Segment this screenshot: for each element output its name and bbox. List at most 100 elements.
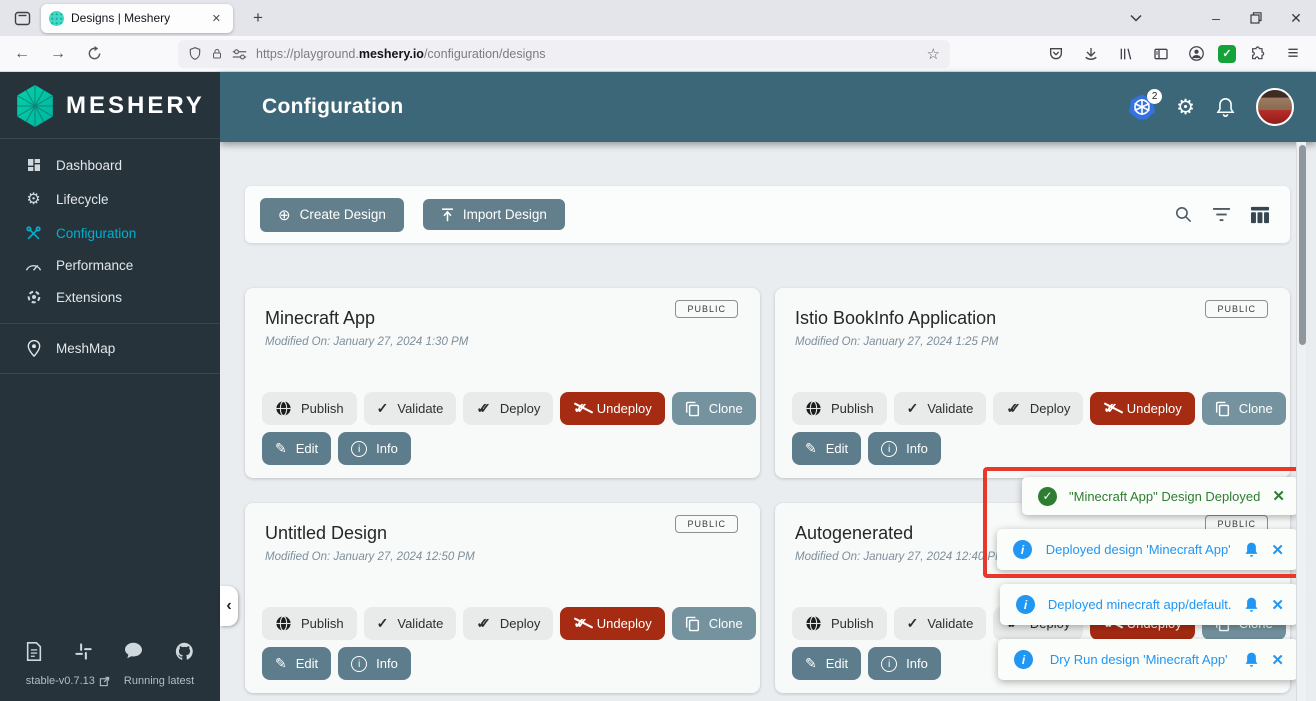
toast-bell-icon[interactable] — [1244, 596, 1259, 613]
publish-button[interactable]: Publish — [792, 392, 887, 425]
sidebar-item-meshmap[interactable]: MeshMap — [0, 330, 220, 367]
toast-close-icon[interactable]: ✕ — [1272, 487, 1285, 505]
pocket-icon[interactable] — [1043, 41, 1069, 67]
scrollbar-thumb[interactable] — [1299, 145, 1306, 345]
main-content: ⊕ Create Design Import Design — [220, 142, 1306, 701]
publish-button[interactable]: Publish — [262, 392, 357, 425]
toast-close-icon[interactable]: ✕ — [1271, 596, 1284, 614]
sidebar-toggle-icon[interactable] — [1148, 41, 1174, 67]
lock-icon[interactable] — [211, 47, 223, 61]
forward-icon[interactable]: → — [44, 40, 72, 68]
brand[interactable]: MESHERY — [0, 72, 220, 139]
url-bar[interactable]: https://playground.meshery.io/configurat… — [178, 40, 950, 68]
sidebar-item-lifecycle[interactable]: ⚙ Lifecycle — [0, 181, 220, 217]
undeploy-button[interactable]: ✓✓Undeploy — [560, 607, 664, 640]
info-button[interactable]: iInfo — [338, 647, 411, 680]
create-design-button[interactable]: ⊕ Create Design — [260, 198, 404, 232]
menu-hamburger-icon[interactable]: ≡ — [1280, 41, 1306, 67]
publish-button[interactable]: Publish — [262, 607, 357, 640]
browser-toolbar-icons: ✓ ≡ — [1043, 41, 1306, 67]
edit-button[interactable]: ✎Edit — [262, 432, 331, 465]
library-icon[interactable] — [1113, 41, 1139, 67]
edit-button[interactable]: ✎Edit — [792, 432, 861, 465]
pencil-icon: ✎ — [275, 655, 287, 672]
deploy-button[interactable]: ✓✓Deploy — [463, 607, 553, 640]
version-link[interactable]: stable-v0.7.13 — [26, 675, 110, 687]
filter-icon[interactable] — [1212, 207, 1231, 222]
downloads-icon[interactable] — [1078, 41, 1104, 67]
validate-button[interactable]: ✓Validate — [894, 392, 987, 425]
pencil-icon: ✎ — [805, 440, 817, 457]
sidebar-item-performance[interactable]: Performance — [0, 250, 220, 281]
toast-bell-icon[interactable] — [1244, 651, 1259, 668]
docs-icon[interactable] — [26, 642, 42, 661]
undeploy-button[interactable]: ✓✓Undeploy — [560, 392, 664, 425]
validate-button[interactable]: ✓Validate — [364, 392, 457, 425]
clone-button[interactable]: Clone — [672, 607, 756, 640]
plus-circle-icon: ⊕ — [278, 206, 291, 224]
design-title: Minecraft App — [265, 308, 740, 329]
meshery-logo-icon — [14, 84, 56, 128]
import-design-button[interactable]: Import Design — [423, 199, 565, 230]
restore-button[interactable] — [1236, 1, 1276, 35]
sidebar-divider — [0, 373, 220, 374]
bookmark-star-icon[interactable]: ☆ — [927, 45, 940, 63]
info-button[interactable]: iInfo — [868, 647, 941, 680]
settings-gear-icon[interactable]: ⚙ — [1176, 95, 1195, 120]
toast-close-icon[interactable]: ✕ — [1271, 541, 1284, 559]
refresh-icon[interactable] — [80, 40, 108, 68]
tab-close-icon[interactable]: ✕ — [208, 10, 225, 27]
sidebar-item-dashboard[interactable]: Dashboard — [0, 149, 220, 181]
deploy-button[interactable]: ✓✓Deploy — [463, 392, 553, 425]
sidebar-footer: stable-v0.7.13 Running latest — [0, 642, 220, 695]
deploy-button[interactable]: ✓✓Deploy — [993, 392, 1083, 425]
new-tab-button[interactable]: + — [245, 5, 271, 31]
edit-button[interactable]: ✎Edit — [262, 647, 331, 680]
shield-icon[interactable] — [188, 46, 202, 61]
search-icon[interactable] — [1174, 205, 1193, 224]
info-button[interactable]: iInfo — [338, 432, 411, 465]
toast-bell-icon[interactable] — [1244, 541, 1259, 558]
browser-tab[interactable]: Designs | Meshery ✕ — [41, 4, 233, 33]
adblock-extension-icon[interactable]: ✓ — [1218, 45, 1236, 63]
sidebar-collapse-handle[interactable]: ‹ — [220, 586, 238, 626]
notifications-bell-icon[interactable] — [1216, 97, 1235, 118]
sidebar-item-label: Performance — [56, 258, 133, 273]
scrollbar-track[interactable] — [1296, 142, 1306, 701]
modified-date: Modified On: January 27, 2024 12:50 PM — [265, 551, 740, 563]
github-icon[interactable] — [175, 642, 194, 661]
chat-icon[interactable] — [124, 642, 143, 661]
clone-button[interactable]: Clone — [672, 392, 756, 425]
globe-icon — [805, 615, 822, 632]
info-button[interactable]: iInfo — [868, 432, 941, 465]
publish-button[interactable]: Publish — [792, 607, 887, 640]
back-icon[interactable]: ← — [8, 40, 36, 68]
edit-button[interactable]: ✎Edit — [792, 647, 861, 680]
brand-name: MESHERY — [66, 92, 205, 120]
sidebar-item-extensions[interactable]: Extensions — [0, 281, 220, 313]
slack-icon[interactable] — [74, 642, 93, 661]
double-check-icon: ✓✓ — [476, 615, 490, 632]
close-window-button[interactable]: ✕ — [1276, 1, 1316, 35]
clone-button[interactable]: Clone — [1202, 392, 1286, 425]
validate-button[interactable]: ✓Validate — [894, 607, 987, 640]
extensions-puzzle-icon[interactable] — [1245, 41, 1271, 67]
lifecycle-gears-icon: ⚙ — [24, 189, 43, 209]
undeploy-button[interactable]: ✓✓Undeploy — [1090, 392, 1194, 425]
list-tabs-chevron-icon[interactable] — [1116, 1, 1156, 35]
kubernetes-context-icon[interactable]: 2 — [1129, 94, 1155, 120]
success-check-icon: ✓ — [1038, 487, 1057, 506]
account-icon[interactable] — [1183, 41, 1209, 67]
check-icon: ✓ — [907, 400, 919, 417]
minimize-button[interactable]: – — [1196, 1, 1236, 35]
info-circle-icon: i — [1016, 595, 1035, 614]
validate-button[interactable]: ✓Validate — [364, 607, 457, 640]
sidebar-item-configuration[interactable]: Configuration — [0, 217, 220, 250]
permissions-icon[interactable] — [232, 48, 247, 60]
designs-action-bar: ⊕ Create Design Import Design — [245, 186, 1290, 243]
table-view-icon[interactable] — [1250, 206, 1270, 224]
toast-dry-run: i Dry Run design 'Minecraft App' ✕ — [998, 639, 1298, 680]
toast-close-icon[interactable]: ✕ — [1271, 651, 1284, 669]
user-avatar[interactable] — [1256, 88, 1294, 126]
firefox-view-icon[interactable] — [9, 5, 35, 31]
